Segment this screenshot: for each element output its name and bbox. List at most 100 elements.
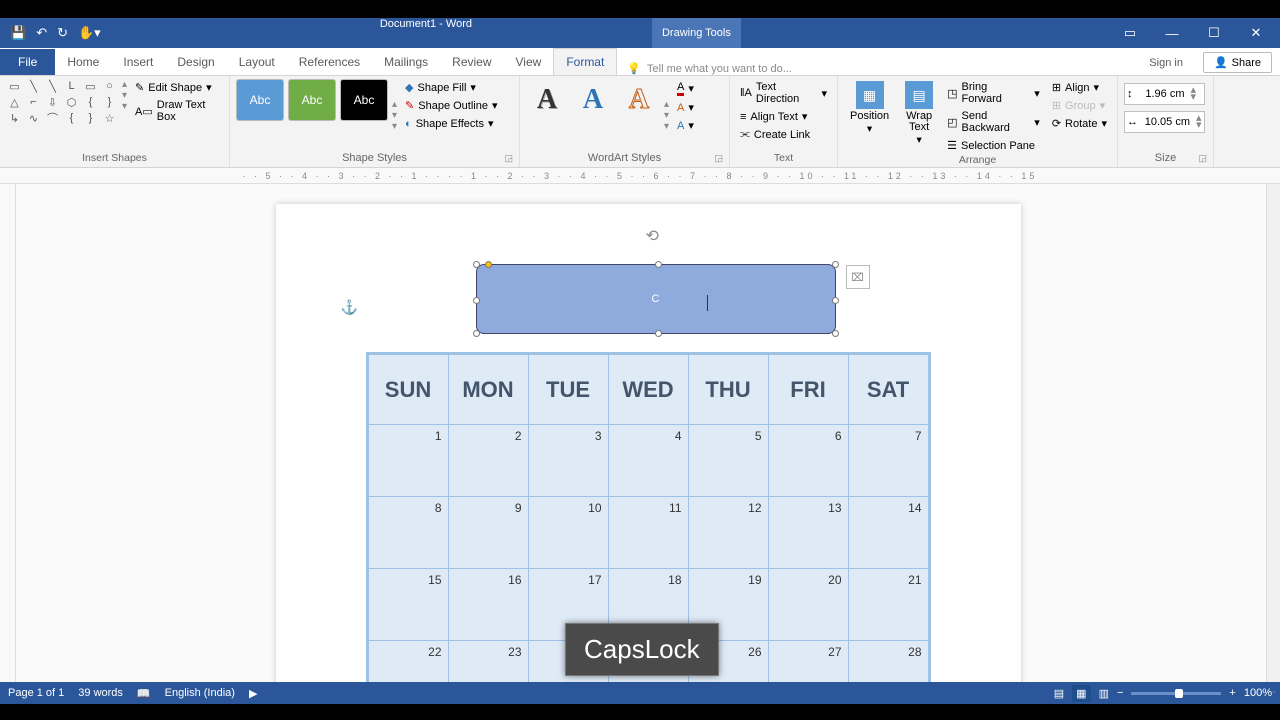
calendar-cell[interactable]: 2 bbox=[448, 425, 528, 497]
bring-forward-button[interactable]: ◳Bring Forward ▾ bbox=[943, 79, 1044, 107]
tab-mailings[interactable]: Mailings bbox=[372, 49, 440, 75]
resize-handle[interactable] bbox=[655, 330, 662, 337]
text-effects-button[interactable]: A ▾ bbox=[673, 117, 698, 134]
dialog-launcher-icon[interactable]: ◲ bbox=[714, 153, 723, 164]
selected-shape[interactable]: C ⌧ bbox=[476, 264, 836, 334]
group-button[interactable]: ⊞Group ▾ bbox=[1048, 97, 1111, 114]
anchor-icon[interactable]: ⚓ bbox=[341, 299, 358, 316]
calendar-cell[interactable]: 14 bbox=[848, 497, 928, 569]
calendar-cell[interactable]: 20 bbox=[768, 569, 848, 641]
dialog-launcher-icon[interactable]: ◲ bbox=[1198, 153, 1207, 164]
tab-design[interactable]: Design bbox=[165, 49, 226, 75]
calendar-cell[interactable]: 6 bbox=[768, 425, 848, 497]
style-preset-3[interactable]: Abc bbox=[340, 79, 388, 121]
sign-in-link[interactable]: Sign in bbox=[1137, 51, 1195, 75]
shape-outline-button[interactable]: ✎Shape Outline ▾ bbox=[401, 97, 501, 114]
tab-insert[interactable]: Insert bbox=[111, 49, 165, 75]
document-page[interactable]: ⚓ ⟲ C ⌧ SUNMONTUEWEDTHUFRISAT12345678910… bbox=[276, 204, 1021, 682]
tell-me-search[interactable]: 💡Tell me what you want to do... bbox=[617, 62, 1137, 75]
tab-view[interactable]: View bbox=[504, 49, 554, 75]
ribbon-options-icon[interactable]: ▭ bbox=[1110, 21, 1150, 45]
resize-handle[interactable] bbox=[473, 297, 480, 304]
text-fill-button[interactable]: A ▾ bbox=[673, 79, 698, 98]
web-layout-icon[interactable]: ▥ bbox=[1099, 687, 1109, 700]
align-button[interactable]: ⊞Align ▾ bbox=[1048, 79, 1111, 96]
width-input[interactable]: ↔▴▾ bbox=[1124, 111, 1205, 133]
calendar-cell[interactable]: 11 bbox=[608, 497, 688, 569]
calendar-cell[interactable]: 15 bbox=[368, 569, 448, 641]
zoom-in-icon[interactable]: + bbox=[1229, 687, 1235, 699]
resize-handle[interactable] bbox=[473, 261, 480, 268]
calendar-cell[interactable]: 23 bbox=[448, 641, 528, 683]
calendar-cell[interactable]: 1 bbox=[368, 425, 448, 497]
layout-options-icon[interactable]: ⌧ bbox=[846, 265, 870, 289]
draw-textbox-button[interactable]: A▭Draw Text Box bbox=[131, 97, 223, 125]
minimize-icon[interactable]: ― bbox=[1152, 21, 1192, 45]
tab-review[interactable]: Review bbox=[440, 49, 503, 75]
collapse-ribbon-icon[interactable]: ˆ bbox=[1273, 691, 1276, 702]
height-input[interactable]: ↕▴▾ bbox=[1124, 83, 1205, 105]
resize-handle[interactable] bbox=[832, 330, 839, 337]
page-indicator[interactable]: Page 1 of 1 bbox=[8, 687, 64, 699]
resize-handle[interactable] bbox=[832, 261, 839, 268]
tab-home[interactable]: Home bbox=[55, 49, 111, 75]
calendar-cell[interactable]: 7 bbox=[848, 425, 928, 497]
create-link-button[interactable]: ⫘Create Link bbox=[736, 126, 831, 143]
resize-handle[interactable] bbox=[473, 330, 480, 337]
tab-format[interactable]: Format bbox=[553, 48, 617, 75]
proofing-icon[interactable]: 📖 bbox=[137, 687, 151, 700]
resize-handle[interactable] bbox=[832, 297, 839, 304]
align-text-button[interactable]: ≡Align Text ▾ bbox=[736, 108, 831, 125]
text-direction-button[interactable]: ‖AText Direction ▾ bbox=[736, 79, 831, 107]
text-outline-button[interactable]: A ▾ bbox=[673, 99, 698, 116]
close-icon[interactable]: ✕ bbox=[1236, 21, 1276, 45]
selection-pane-button[interactable]: ☰Selection Pane bbox=[943, 137, 1044, 154]
undo-icon[interactable]: ↶ bbox=[36, 25, 47, 41]
horizontal-ruler[interactable]: · · 5 · · 4 · · 3 · · 2 · · 1 · · · · 1 … bbox=[0, 168, 1280, 184]
language-indicator[interactable]: English (India) bbox=[165, 687, 235, 699]
calendar-cell[interactable]: 3 bbox=[528, 425, 608, 497]
tab-references[interactable]: References bbox=[287, 49, 372, 75]
save-icon[interactable]: 💾 bbox=[10, 25, 26, 41]
zoom-out-icon[interactable]: − bbox=[1117, 687, 1123, 699]
vertical-scrollbar[interactable] bbox=[1266, 184, 1280, 682]
calendar-cell[interactable]: 8 bbox=[368, 497, 448, 569]
redo-icon[interactable]: ↻ bbox=[57, 25, 68, 41]
touch-mode-icon[interactable]: ✋▾ bbox=[78, 25, 101, 41]
calendar-cell[interactable]: 28 bbox=[848, 641, 928, 683]
share-button[interactable]: 👤Share bbox=[1203, 52, 1272, 73]
edit-shape-button[interactable]: ✎Edit Shape ▾ bbox=[131, 79, 223, 96]
shape-fill-button[interactable]: ◆Shape Fill ▾ bbox=[401, 79, 501, 96]
wordart-preset-2[interactable]: A bbox=[572, 79, 614, 121]
send-backward-button[interactable]: ◰Send Backward ▾ bbox=[943, 108, 1044, 136]
style-preset-1[interactable]: Abc bbox=[236, 79, 284, 121]
zoom-level[interactable]: 100% bbox=[1244, 687, 1272, 699]
rotate-handle-icon[interactable]: ⟲ bbox=[646, 226, 659, 246]
calendar-cell[interactable]: 22 bbox=[368, 641, 448, 683]
calendar-cell[interactable]: 13 bbox=[768, 497, 848, 569]
dialog-launcher-icon[interactable]: ◲ bbox=[504, 153, 513, 164]
position-button[interactable]: ▦Position▾ bbox=[844, 79, 895, 137]
calendar-cell[interactable]: 5 bbox=[688, 425, 768, 497]
calendar-cell[interactable]: 21 bbox=[848, 569, 928, 641]
calendar-cell[interactable]: 27 bbox=[768, 641, 848, 683]
zoom-slider[interactable] bbox=[1131, 692, 1221, 695]
macro-icon[interactable]: ▶ bbox=[249, 687, 257, 700]
calendar-cell[interactable]: 16 bbox=[448, 569, 528, 641]
wordart-preset-3[interactable]: A bbox=[618, 79, 660, 121]
tab-file[interactable]: File bbox=[0, 49, 55, 75]
rotate-button[interactable]: ⟳Rotate ▾ bbox=[1048, 115, 1111, 132]
maximize-icon[interactable]: ☐ bbox=[1194, 21, 1234, 45]
wrap-text-button[interactable]: ▤Wrap Text▾ bbox=[899, 79, 939, 148]
calendar-cell[interactable]: 4 bbox=[608, 425, 688, 497]
read-mode-icon[interactable]: ▤ bbox=[1054, 687, 1064, 700]
word-count[interactable]: 39 words bbox=[78, 687, 123, 699]
wordart-preset-1[interactable]: A bbox=[526, 79, 568, 121]
vertical-ruler[interactable] bbox=[0, 184, 16, 682]
print-layout-icon[interactable]: ▦ bbox=[1072, 685, 1090, 702]
calendar-cell[interactable]: 9 bbox=[448, 497, 528, 569]
adjust-handle[interactable] bbox=[485, 261, 492, 268]
calendar-cell[interactable]: 10 bbox=[528, 497, 608, 569]
tab-layout[interactable]: Layout bbox=[227, 49, 287, 75]
shape-effects-button[interactable]: ◐Shape Effects ▾ bbox=[401, 115, 501, 132]
